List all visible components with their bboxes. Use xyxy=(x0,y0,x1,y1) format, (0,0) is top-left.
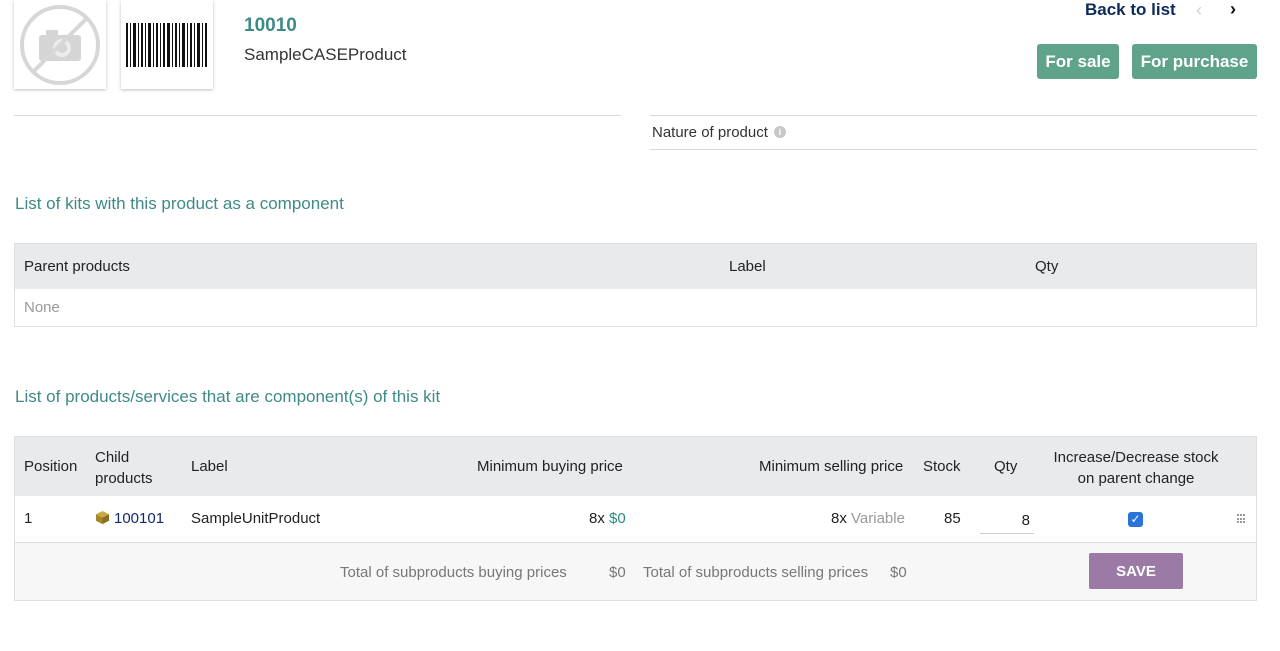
save-button[interactable]: SAVE xyxy=(1089,553,1183,589)
col-increase-decrease-line2: on parent change xyxy=(1077,470,1195,487)
col-parent-products[interactable]: Parent products xyxy=(24,258,130,275)
qty-input[interactable] xyxy=(980,508,1034,534)
row-position: 1 xyxy=(24,510,33,527)
total-selling-label: Total of subproducts selling prices xyxy=(643,564,869,581)
col-position[interactable]: Position xyxy=(24,458,77,475)
left-field-divider xyxy=(14,115,621,116)
col-qty[interactable]: Qty xyxy=(1035,258,1058,275)
child-product-link[interactable]: 100101 xyxy=(95,510,164,527)
buy-multiplier: 8x xyxy=(589,510,605,527)
col-qty[interactable]: Qty xyxy=(994,458,1017,475)
buy-price: $0 xyxy=(609,510,626,527)
parent-kits-table: Parent products Label Qty None xyxy=(14,243,1257,327)
col-child-products[interactable]: Child products xyxy=(95,447,153,489)
col-min-selling-price[interactable]: Minimum selling price xyxy=(759,458,903,475)
product-ref: 10010 xyxy=(244,15,297,36)
row-min-selling-price: 8x Variable xyxy=(831,510,905,527)
col-min-buying-price[interactable]: Minimum buying price xyxy=(477,458,623,475)
barcode-icon xyxy=(126,22,207,67)
row-label: SampleUnitProduct xyxy=(191,510,321,527)
table-row: 1 100101 SampleUnitProduct 8x $0 8x Vari… xyxy=(15,496,1256,542)
total-buying-label: Total of subproducts buying prices xyxy=(340,564,567,581)
row-min-buying-price: 8x $0 xyxy=(589,510,626,527)
right-field-divider-bottom xyxy=(650,149,1257,150)
product-box-icon xyxy=(95,510,110,525)
col-child-products-line1: Child xyxy=(95,449,130,466)
next-record-icon[interactable]: › xyxy=(1230,0,1236,20)
nature-of-product-field: Nature of product i xyxy=(652,124,786,141)
row-stock: 85 xyxy=(944,510,961,527)
total-buying-value: $0 xyxy=(609,564,626,581)
product-photo[interactable] xyxy=(14,0,106,89)
right-field-divider-top xyxy=(650,115,1257,116)
for-purchase-badge[interactable]: For purchase xyxy=(1132,44,1257,79)
for-sale-badge[interactable]: For sale xyxy=(1037,44,1119,79)
child-product-ref[interactable]: 100101 xyxy=(114,510,164,527)
col-stock[interactable]: Stock xyxy=(923,458,961,475)
product-barcode[interactable] xyxy=(121,0,213,89)
components-table: Position Child products Label Minimum bu… xyxy=(14,436,1257,601)
back-to-list-link[interactable]: Back to list xyxy=(1085,0,1176,20)
table-header: Position Child products Label Minimum bu… xyxy=(15,437,1256,496)
col-increase-decrease-line1: Increase/Decrease stock xyxy=(1053,449,1219,466)
sell-price: Variable xyxy=(851,510,905,527)
no-photo-icon xyxy=(20,4,100,85)
parent-kits-title: List of kits with this product as a comp… xyxy=(15,194,344,213)
table-row: None xyxy=(15,289,1256,326)
product-page: 10010 SampleCASEProduct Back to list ‹ ›… xyxy=(0,0,1280,651)
product-label: SampleCASEProduct xyxy=(244,45,407,64)
components-title: List of products/services that are compo… xyxy=(15,387,441,406)
info-icon[interactable]: i xyxy=(773,126,786,139)
col-label[interactable]: Label xyxy=(191,458,228,475)
col-increase-decrease-stock[interactable]: Increase/Decrease stock on parent change xyxy=(1051,447,1221,489)
sell-multiplier: 8x xyxy=(831,510,847,527)
col-child-products-line2: products xyxy=(95,470,153,487)
empty-message: None xyxy=(24,299,60,316)
table-header: Parent products Label Qty xyxy=(15,244,1256,289)
total-selling-value: $0 xyxy=(890,564,907,581)
increase-decrease-checkbox[interactable]: ✓ xyxy=(1128,512,1143,527)
col-label[interactable]: Label xyxy=(729,258,766,275)
drag-handle-icon[interactable] xyxy=(1237,514,1247,524)
nature-of-product-label: Nature of product xyxy=(652,124,768,141)
totals-row: Total of subproducts buying prices $0 To… xyxy=(15,542,1256,600)
previous-record-icon[interactable]: ‹ xyxy=(1196,0,1202,21)
